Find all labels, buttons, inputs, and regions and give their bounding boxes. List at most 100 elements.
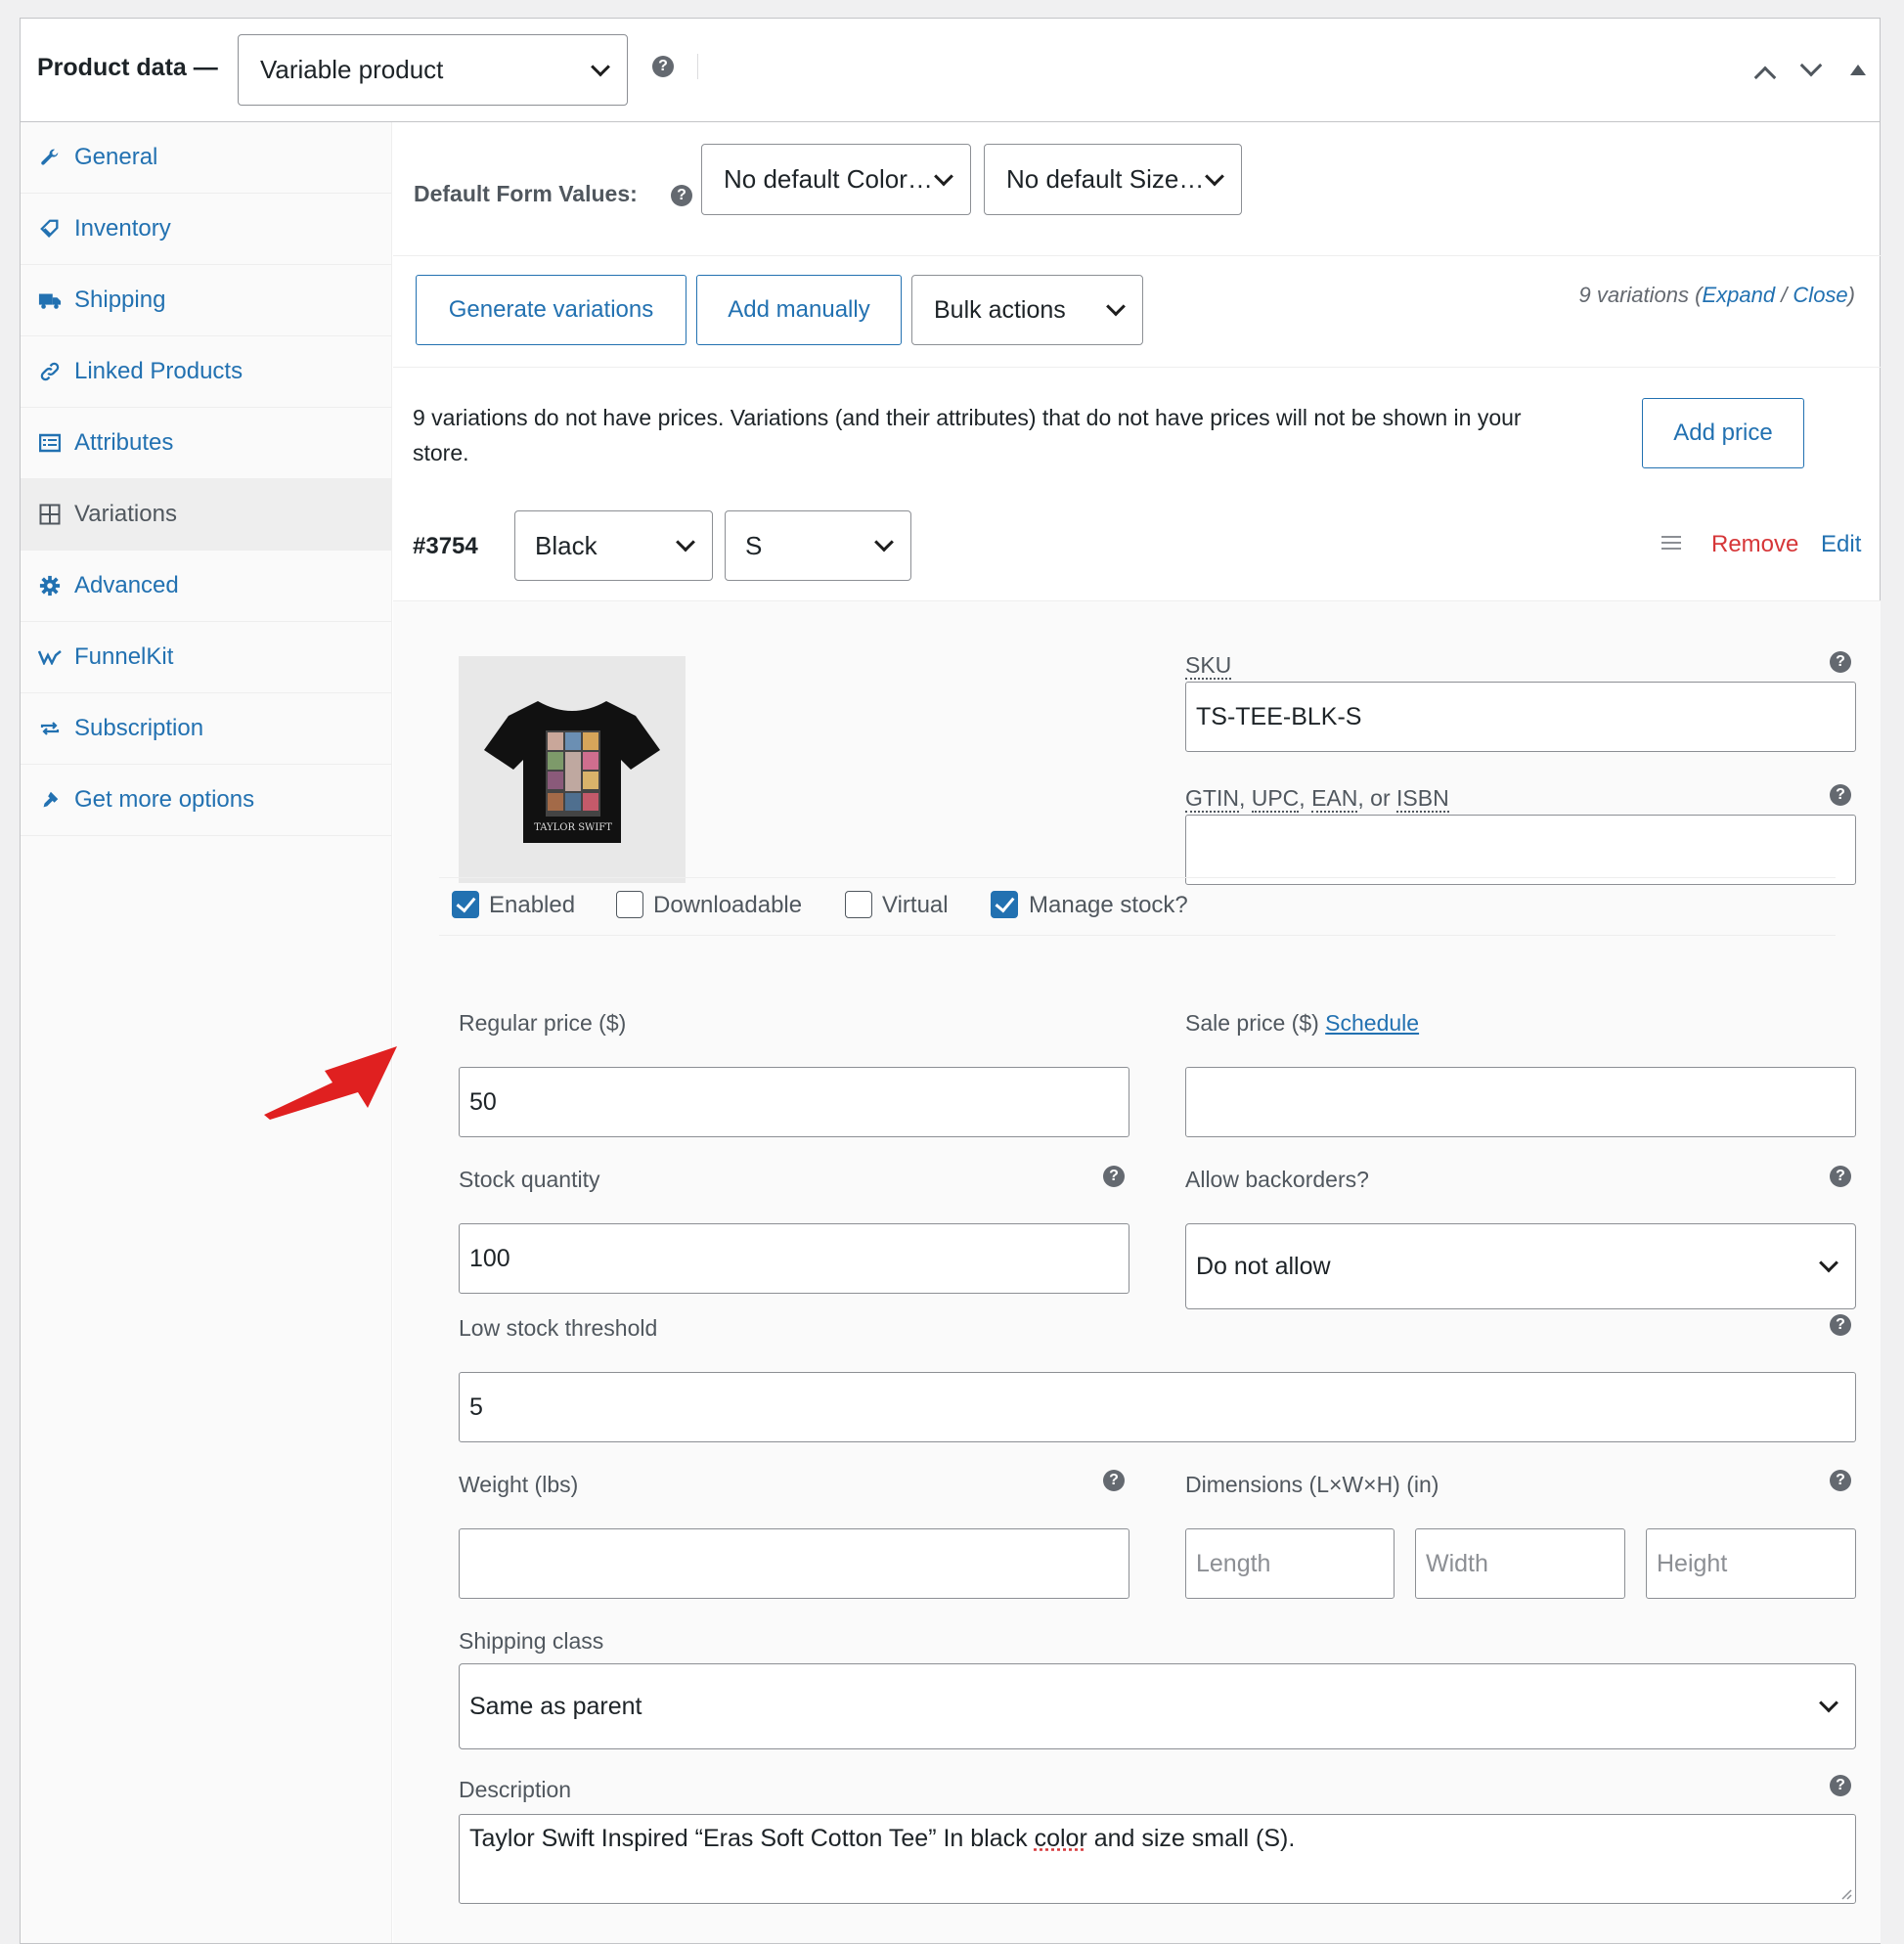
help-icon[interactable]: ? (1830, 1166, 1851, 1187)
tab-funnelkit[interactable]: FunnelKit (21, 622, 392, 693)
drag-handle-icon[interactable] (1661, 536, 1681, 553)
move-up-icon[interactable] (1753, 66, 1777, 89)
chevron-down-icon (874, 532, 894, 552)
add-price-button[interactable]: Add price (1642, 398, 1804, 468)
tab-linked-products[interactable]: Linked Products (21, 336, 392, 408)
tab-subscription-label: Subscription (74, 715, 204, 741)
plugin-icon (38, 788, 62, 812)
tab-get-more-options[interactable]: Get more options (21, 765, 392, 836)
description-label: Description (459, 1777, 572, 1802)
tab-attributes[interactable]: Attributes (21, 408, 392, 479)
tab-shipping[interactable]: Shipping (21, 265, 392, 336)
variation-header[interactable]: #3754 Black S Remove Edit (393, 494, 1881, 601)
close-link[interactable]: Close (1793, 283, 1847, 307)
grid-icon (38, 503, 62, 526)
sale-price-text: Sale price ($) (1185, 1010, 1319, 1036)
variation-size-value: S (745, 530, 763, 560)
product-type-select[interactable]: Variable product (238, 34, 628, 106)
downloadable-checkbox[interactable] (616, 891, 643, 918)
sku-input[interactable]: TS-TEE-BLK-S (1185, 682, 1856, 752)
shipping-class-select[interactable]: Same as parent (459, 1663, 1856, 1749)
regular-price-input[interactable]: 50 (459, 1067, 1129, 1137)
enabled-label: Enabled (489, 892, 576, 918)
weight-input[interactable] (459, 1528, 1129, 1599)
tab-general-label: General (74, 144, 158, 170)
low-stock-threshold-input[interactable]: 5 (459, 1372, 1856, 1442)
manage-stock-label: Manage stock? (1029, 892, 1188, 918)
tab-inventory-label: Inventory (74, 215, 171, 242)
variation-color-select[interactable]: Black (514, 510, 713, 581)
list-icon (38, 431, 62, 455)
default-form-values-row: Default Form Values: ? No default Color…… (393, 122, 1881, 256)
allow-backorders-label: Allow backorders? (1185, 1167, 1369, 1192)
collapse-toggle-icon[interactable] (1850, 65, 1866, 75)
remove-variation-link[interactable]: Remove (1711, 531, 1798, 558)
variation-size-select[interactable]: S (725, 510, 911, 581)
help-icon[interactable]: ? (1830, 784, 1851, 806)
tab-advanced[interactable]: Advanced (21, 551, 392, 622)
weight-label: Weight (lbs) (459, 1472, 579, 1497)
move-down-icon[interactable] (1799, 54, 1823, 77)
edit-variation-link[interactable]: Edit (1821, 531, 1861, 558)
tab-attributes-label: Attributes (74, 429, 174, 456)
chevron-down-icon (1106, 296, 1126, 317)
description-textarea[interactable]: Taylor Swift Inspired “Eras Soft Cotton … (459, 1814, 1856, 1904)
regular-price-label: Regular price ($) (459, 1010, 627, 1036)
help-icon[interactable]: ? (1103, 1470, 1125, 1491)
height-input[interactable]: Height (1646, 1528, 1856, 1599)
stock-quantity-input[interactable]: 100 (459, 1223, 1129, 1294)
virtual-checkbox[interactable] (845, 891, 872, 918)
help-icon[interactable]: ? (652, 56, 674, 77)
gtin-input[interactable] (1185, 815, 1856, 885)
description-spellcheck-word: color (1034, 1825, 1087, 1852)
variation-image[interactable]: TAYLOR SWIFT (459, 656, 686, 883)
help-icon[interactable]: ? (1830, 1314, 1851, 1336)
gear-icon (38, 574, 62, 597)
allow-backorders-select[interactable]: Do not allow (1185, 1223, 1856, 1309)
variation-count-text: 9 variations ( (1578, 283, 1703, 307)
upc-abbr: UPC (1251, 785, 1300, 813)
resize-handle-icon[interactable] (1840, 1888, 1852, 1900)
truck-icon (38, 288, 62, 312)
description-text: Taylor Swift Inspired “Eras Soft Cotton … (469, 1825, 1035, 1852)
shipping-class-value: Same as parent (469, 1692, 642, 1720)
ean-abbr: EAN (1311, 785, 1358, 813)
variation-options-row: Enabled Downloadable Virtual Manage stoc… (439, 877, 1836, 936)
product-data-header: Product data — Variable product ? (21, 19, 1880, 122)
gtin-sep: , (1299, 785, 1312, 811)
schedule-link[interactable]: Schedule (1325, 1010, 1419, 1036)
separator-slash: / (1775, 283, 1793, 307)
bulk-actions-value: Bulk actions (934, 295, 1066, 324)
tab-inventory[interactable]: Inventory (21, 194, 392, 265)
product-type-value: Variable product (260, 55, 444, 84)
expand-link[interactable]: Expand (1702, 283, 1775, 307)
product-data-panel: Product data — Variable product ? Genera… (20, 18, 1881, 1944)
manage-stock-checkbox[interactable] (991, 891, 1018, 918)
repeat-icon (38, 717, 62, 740)
chevron-down-icon (1205, 166, 1224, 186)
tab-shipping-label: Shipping (74, 287, 166, 313)
variation-body: TAYLOR SWIFT SKU ? TS-TEE-BLK-S GTIN, UP… (393, 601, 1881, 1943)
length-input[interactable]: Length (1185, 1528, 1395, 1599)
tab-get-more-options-label: Get more options (74, 786, 255, 813)
default-form-values-label: Default Form Values: (414, 181, 638, 206)
tab-subscription[interactable]: Subscription (21, 693, 392, 765)
tab-general[interactable]: General (21, 122, 392, 194)
tab-variations[interactable]: Variations (21, 479, 392, 551)
default-size-select[interactable]: No default Size… (984, 144, 1242, 215)
bulk-actions-select[interactable]: Bulk actions (911, 275, 1143, 345)
help-icon[interactable]: ? (1830, 651, 1851, 673)
sale-price-input[interactable] (1185, 1067, 1856, 1137)
gtin-sep: , or (1357, 785, 1396, 811)
help-icon[interactable]: ? (1103, 1166, 1125, 1187)
tag-icon (38, 217, 62, 241)
help-icon[interactable]: ? (1830, 1775, 1851, 1796)
default-size-value: No default Size… (1006, 164, 1205, 194)
width-input[interactable]: Width (1415, 1528, 1625, 1599)
add-manually-button[interactable]: Add manually (696, 275, 902, 345)
default-color-select[interactable]: No default Color… (701, 144, 971, 215)
enabled-checkbox[interactable] (452, 891, 479, 918)
help-icon[interactable]: ? (1830, 1470, 1851, 1491)
help-icon[interactable]: ? (671, 185, 692, 206)
generate-variations-button[interactable]: Generate variations (416, 275, 686, 345)
